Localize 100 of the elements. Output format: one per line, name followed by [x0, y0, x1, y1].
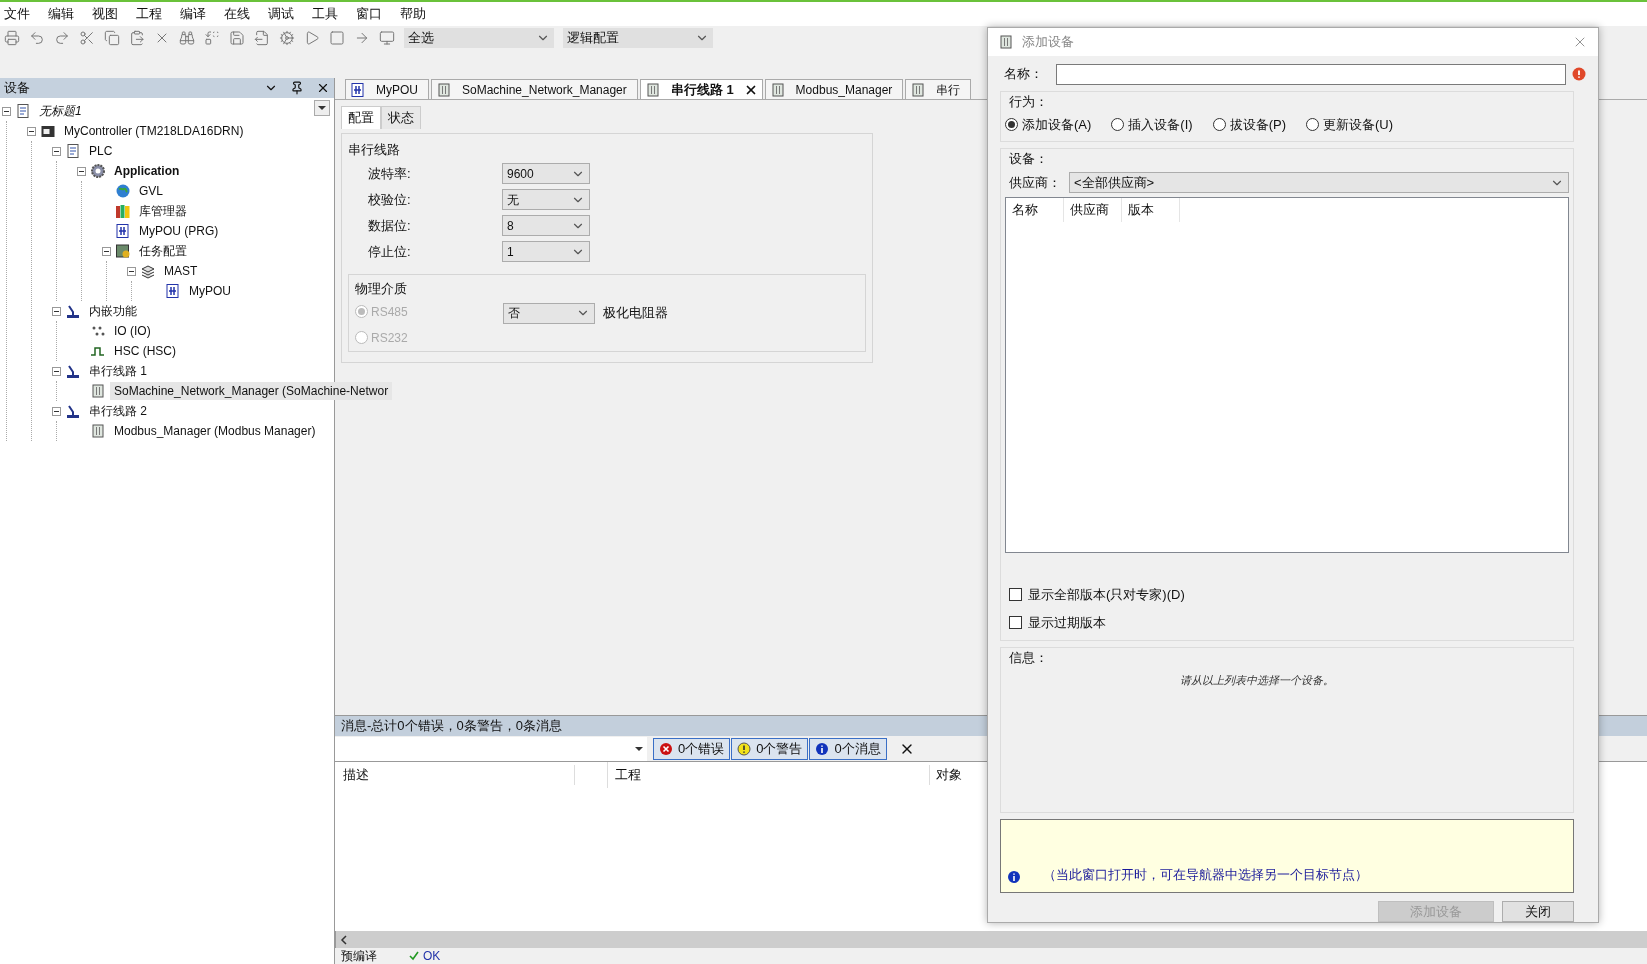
cut-icon[interactable] [79, 30, 95, 46]
copy-icon[interactable] [104, 30, 120, 46]
tree-item[interactable]: 内嵌功能 [85, 302, 141, 320]
pin-icon[interactable] [290, 81, 304, 95]
settings-icon[interactable] [279, 30, 295, 46]
radio-button[interactable] [1111, 118, 1125, 132]
tree-item[interactable]: PLC [85, 142, 117, 160]
selection-dropdown[interactable]: 全选 [404, 28, 554, 48]
menu-item[interactable]: 在线 [224, 4, 250, 24]
editor-tab[interactable]: SoMachine_Network_Manager [431, 79, 638, 99]
menu-item[interactable]: 编辑 [48, 4, 74, 24]
collapse-icon[interactable] [127, 266, 136, 276]
hint-text: （当此窗口打开时，可在导航器中选择另一个目标节点） [1043, 865, 1368, 884]
field-label: 极化电阻器 [603, 304, 668, 323]
dropdown[interactable]: 1 [502, 241, 590, 262]
field-label: 校验位: [367, 190, 412, 209]
program-icon [350, 81, 366, 98]
menu-item[interactable]: 调试 [268, 4, 294, 24]
collapse-icon[interactable] [2, 106, 11, 116]
binoculars-icon[interactable] [179, 30, 195, 46]
replace-icon[interactable] [204, 30, 220, 46]
tree-item[interactable]: MAST [160, 262, 202, 280]
tree-item[interactable]: 库管理器 [135, 202, 191, 220]
printer-icon[interactable] [4, 30, 20, 46]
tree-item[interactable]: MyPOU [185, 282, 235, 300]
column-header: 对象 [935, 766, 962, 785]
menu-item[interactable]: 文件 [4, 4, 30, 24]
tree-item[interactable]: HSC (HSC) [110, 342, 180, 360]
save-icon[interactable] [229, 30, 245, 46]
paste-icon[interactable] [129, 30, 145, 46]
tree-item[interactable]: SoMachine_Network_Manager (SoMachine-Networ [110, 382, 393, 400]
menu-item[interactable]: 窗口 [356, 4, 382, 24]
radio-button[interactable] [1005, 118, 1018, 132]
tree-item[interactable]: Application [110, 162, 184, 180]
dropdown[interactable]: 无 [502, 189, 590, 210]
radio-button[interactable] [1212, 118, 1226, 132]
field-label: 停止位: [367, 242, 412, 261]
tree-item[interactable]: MyPOU (PRG) [135, 222, 223, 240]
field-label: 供应商： [1008, 173, 1062, 192]
scroll-left-icon[interactable] [340, 934, 348, 945]
tree-item[interactable]: 任务配置 [135, 242, 191, 260]
menu-item[interactable]: 帮助 [400, 4, 426, 24]
configuration-dropdown[interactable]: 逻辑配置 [563, 28, 713, 48]
checkbox[interactable] [1009, 588, 1022, 602]
column-header: 名称 [1006, 198, 1064, 222]
export-icon[interactable] [254, 30, 270, 46]
panel-title: 设备 [4, 79, 30, 98]
dialog-button[interactable]: 关闭 [1502, 901, 1574, 922]
editor-tab[interactable]: MyPOU [345, 79, 429, 99]
undo-icon[interactable] [29, 30, 45, 46]
vendor-dropdown[interactable]: <全部供应商> [1069, 172, 1569, 193]
collapse-icon[interactable] [52, 146, 61, 156]
play-icon[interactable] [304, 30, 320, 46]
stop-icon[interactable] [329, 30, 345, 46]
radio-label: RS485 [371, 303, 408, 321]
tree-item[interactable]: 串行线路 1 [85, 362, 151, 380]
menu-item[interactable]: 编译 [180, 4, 206, 24]
tree-item[interactable]: 串行线路 2 [85, 402, 151, 420]
tree-item[interactable]: 无标题1 [35, 102, 86, 120]
field-label: 波特率: [367, 164, 412, 183]
editor-tab[interactable]: 串行线路 1 [639, 79, 763, 99]
filter-button[interactable]: 0个错误 [653, 737, 731, 760]
dropdown[interactable]: 8 [502, 215, 590, 236]
collapse-icon[interactable] [52, 366, 61, 376]
menu-item[interactable]: 视图 [92, 4, 118, 24]
column-header: 版本 [1122, 198, 1180, 222]
sub-tab[interactable]: 配置 [341, 106, 381, 129]
collapse-icon[interactable] [77, 166, 86, 176]
horizontal-scrollbar[interactable] [335, 931, 1647, 948]
menu-item[interactable]: 工程 [136, 4, 162, 24]
radio-button[interactable] [1305, 118, 1319, 132]
collapse-icon[interactable] [102, 246, 111, 256]
editor-tab[interactable]: 串行 [905, 79, 972, 99]
collapse-icon[interactable] [52, 306, 61, 316]
tree-item[interactable]: Modbus_Manager (Modbus Manager) [110, 422, 320, 440]
dropdown[interactable]: 9600 [502, 163, 590, 184]
group-title: 信息： [1008, 649, 1049, 667]
filter-button[interactable]: 0个消息 [809, 737, 887, 760]
stack-icon [140, 263, 156, 279]
tree-item[interactable]: GVL [135, 182, 167, 200]
monitor-icon[interactable] [379, 30, 395, 46]
tree-item[interactable]: MyController (TM218LDA16DRN) [60, 122, 248, 140]
collapse-icon[interactable] [52, 406, 61, 416]
collapse-icon[interactable] [27, 126, 36, 136]
checkbox[interactable] [1009, 615, 1022, 629]
device-list[interactable]: 名称 供应商 版本 [1005, 197, 1569, 553]
tree-menu-button[interactable] [314, 100, 330, 116]
filter-button[interactable]: 0个警告 [731, 737, 809, 760]
dropdown[interactable]: 否 [503, 302, 595, 324]
info-icon [1007, 870, 1021, 884]
device-icon [998, 33, 1014, 50]
tasks-icon [115, 243, 131, 259]
tree-item[interactable]: IO (IO) [110, 322, 155, 340]
editor-tab[interactable]: Modbus_Manager [764, 79, 904, 99]
close-icon[interactable] [316, 81, 330, 95]
menu-item[interactable]: 工具 [312, 4, 338, 24]
panel-title: 消息-总计0个错误，0条警告，0条消息 [341, 717, 563, 736]
name-field[interactable] [1056, 63, 1566, 85]
redo-icon[interactable] [54, 30, 70, 46]
sub-tab[interactable]: 状态 [381, 106, 421, 129]
